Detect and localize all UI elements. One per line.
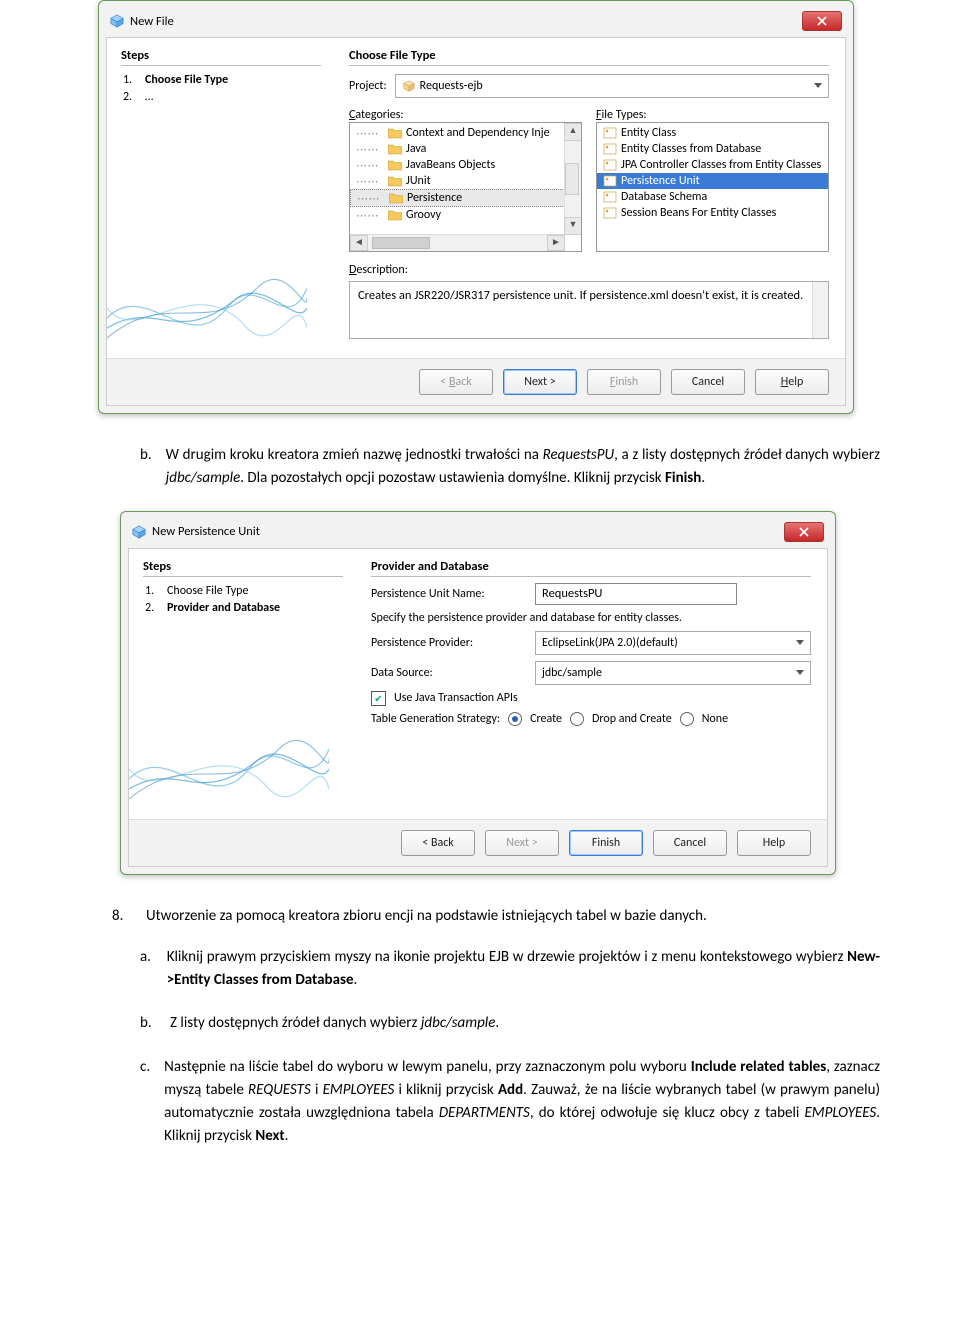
specify-text: Specify the persistence provider and dat… <box>371 611 682 625</box>
horizontal-scrollbar[interactable]: ◄► <box>350 234 565 251</box>
finish-button[interactable]: Finish <box>587 369 661 395</box>
next-button[interactable]: Next > <box>503 369 577 395</box>
dialog-title: New File <box>130 14 174 29</box>
radio-create[interactable] <box>508 712 522 726</box>
description-label: Description: <box>349 263 408 277</box>
cancel-button[interactable]: Cancel <box>653 830 727 856</box>
button-bar: < Back Next > Finish Cancel Help <box>129 819 827 866</box>
cancel-button[interactable]: Cancel <box>671 369 745 395</box>
radio-drop-create[interactable] <box>570 712 584 726</box>
back-button[interactable]: < Back <box>419 369 493 395</box>
categories-label: Categories: <box>349 108 582 122</box>
button-bar: < Back Next > Finish Cancel Help <box>107 358 845 405</box>
dialog-title: New Persistence Unit <box>152 524 260 539</box>
chevron-down-icon <box>796 670 804 675</box>
category-junit: ⋯⋯JUnit <box>350 173 565 189</box>
folder-icon <box>388 127 402 139</box>
step-provider-and-database: Provider and Database <box>167 600 280 617</box>
paragraph-b2: b. Z listy dostępnych źródeł danych wybi… <box>140 1012 880 1035</box>
filetype-jpa-controller: JPA Controller Classes from Entity Class… <box>597 157 828 173</box>
help-button[interactable]: Help <box>737 830 811 856</box>
right-heading: Provider and Database <box>371 559 811 574</box>
pu-name-input[interactable]: RequestsPU <box>535 583 737 605</box>
category-groovy: ⋯⋯Groovy <box>350 207 565 223</box>
provider-label: Persistence Provider: <box>371 636 527 650</box>
app-icon <box>132 525 146 539</box>
file-icon <box>603 127 617 139</box>
steps-panel: Steps 1.Choose File Type 2.Provider and … <box>129 549 355 819</box>
categories-list[interactable]: ⋯⋯Context and Dependency Inje ⋯⋯Java ⋯⋯J… <box>349 122 582 252</box>
category-cdi: ⋯⋯Context and Dependency Inje <box>350 125 565 141</box>
back-button[interactable]: < Back <box>401 830 475 856</box>
filetype-entity-class: Entity Class <box>597 125 828 141</box>
category-persistence: ⋯⋯Persistence <box>350 189 565 207</box>
filetype-db-schema: Database Schema <box>597 189 828 205</box>
step-8: 8. Utworzenie za pomocą kreatora zbioru … <box>112 905 880 928</box>
decorative-wave <box>107 248 307 358</box>
category-java: ⋯⋯Java <box>350 141 565 157</box>
titlebar: New Persistence Unit <box>128 519 828 548</box>
scroll-thumb[interactable] <box>565 163 579 195</box>
datasource-select[interactable]: jdbc/sample <box>535 661 811 685</box>
filetype-entity-from-db: Entity Classes from Database <box>597 141 828 157</box>
decorative-wave <box>129 709 329 819</box>
filetypes-label: File Types: <box>596 108 829 122</box>
description-text: Creates an JSR220/JSR317 persistence uni… <box>349 281 829 339</box>
pu-name-label: Persistence Unit Name: <box>371 587 527 601</box>
filetype-persistence-unit: Persistence Unit <box>597 173 828 189</box>
right-heading: Choose File Type <box>349 48 829 63</box>
app-icon <box>110 14 124 28</box>
paragraph-b: b. W drugim kroku kreatora zmień nazwę j… <box>140 444 880 491</box>
datasource-label: Data Source: <box>371 666 527 680</box>
new-file-dialog: New File Steps 1.Choose File Type 2.… <box>98 0 854 414</box>
project-label: Project: <box>349 79 387 93</box>
steps-heading: Steps <box>143 559 343 574</box>
use-jta-checkbox[interactable]: ✔ <box>371 691 386 706</box>
chevron-down-icon <box>814 83 822 88</box>
step-choose-file-type: Choose File Type <box>167 583 248 600</box>
close-button[interactable] <box>784 522 824 542</box>
chevron-down-icon <box>796 640 804 645</box>
filetype-session-beans: Session Beans For Entity Classes <box>597 205 828 221</box>
finish-button[interactable]: Finish <box>569 830 643 856</box>
steps-panel: Steps 1.Choose File Type 2.… <box>107 38 333 358</box>
filetypes-list[interactable]: Entity Class Entity Classes from Databas… <box>596 122 829 252</box>
category-javabeans: ⋯⋯JavaBeans Objects <box>350 157 565 173</box>
use-jta-label: Use Java Transaction APIs <box>394 691 518 705</box>
steps-heading: Steps <box>121 48 321 63</box>
help-button[interactable]: Help <box>755 369 829 395</box>
radio-none[interactable] <box>680 712 694 726</box>
next-button[interactable]: Next > <box>485 830 559 856</box>
strategy-label: Table Generation Strategy: <box>371 712 500 726</box>
paragraph-a2: a. Kliknij prawym przyciskiem myszy na i… <box>140 946 880 993</box>
titlebar: New File <box>106 8 846 37</box>
step-choose-file-type: Choose File Type <box>145 72 228 89</box>
paragraph-c2: c. Następnie na liście tabel do wyboru w… <box>140 1056 880 1149</box>
project-icon <box>402 79 416 93</box>
provider-select[interactable]: EclipseLink(JPA 2.0)(default) <box>535 631 811 655</box>
new-persistence-unit-dialog: New Persistence Unit Steps 1.Choose File… <box>120 511 836 875</box>
project-select[interactable]: Requests-ejb <box>395 74 829 98</box>
close-button[interactable] <box>802 11 842 31</box>
step-ellipsis: … <box>145 89 153 106</box>
